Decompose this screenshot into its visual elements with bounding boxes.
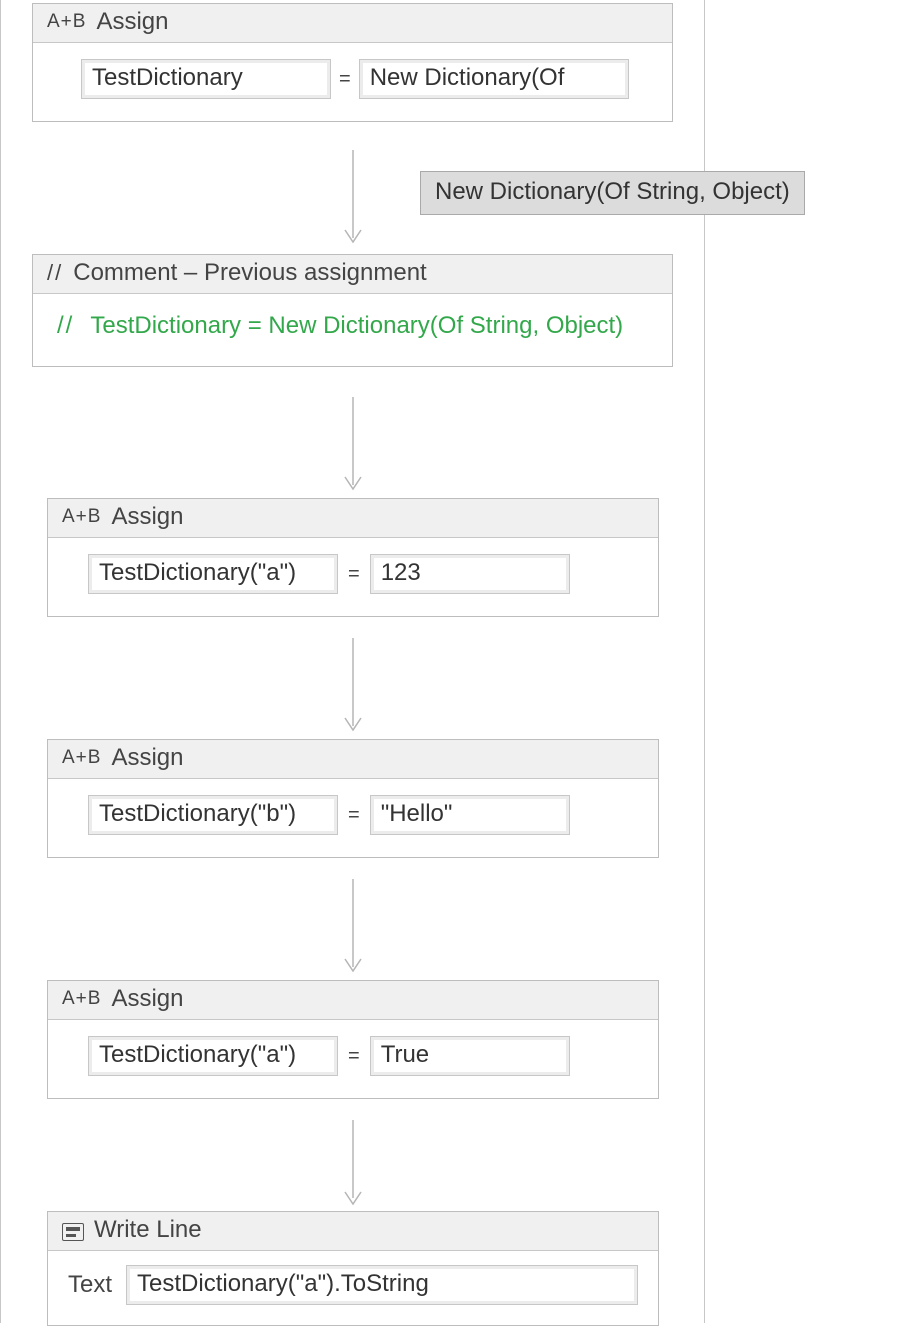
writeline-text-label: Text [68,1271,112,1299]
activity-header: A+B Assign [48,981,658,1020]
writeline-icon [62,1223,84,1241]
activity-title: Assign [111,744,183,772]
comment-icon: // [47,260,63,286]
assign-to-input[interactable]: TestDictionary [81,59,331,99]
assign-icon: A+B [62,988,101,1010]
activity-body: TestDictionary("b") = "Hello" [48,779,658,857]
connector [341,879,365,979]
assign-to-input[interactable]: TestDictionary("a") [88,1036,338,1076]
workflow-canvas[interactable]: A+B Assign TestDictionary = New Dictiona… [0,0,705,1323]
equals-label: = [346,1045,362,1068]
equals-label: = [337,68,353,91]
assign-value-input[interactable]: True [370,1036,570,1076]
activity-title: Assign [96,8,168,36]
connector [341,397,365,497]
assign-icon: A+B [47,11,86,33]
comment-activity[interactable]: // Comment – Previous assignment // Test… [32,254,673,367]
assign-icon: A+B [62,506,101,528]
assign-activity-3[interactable]: A+B Assign TestDictionary("b") = "Hello" [47,739,659,858]
assign-activity-1[interactable]: A+B Assign TestDictionary = New Dictiona… [32,3,673,122]
assign-activity-2[interactable]: A+B Assign TestDictionary("a") = 123 [47,498,659,617]
activity-title: Assign [111,985,183,1013]
connector [341,150,365,250]
assign-to-input[interactable]: TestDictionary("b") [88,795,338,835]
writeline-activity[interactable]: Write Line Text TestDictionary("a").ToSt… [47,1211,659,1326]
connector [341,638,365,738]
writeline-text-input[interactable]: TestDictionary("a").ToString [126,1265,638,1305]
activity-title: Comment – Previous assignment [73,259,426,287]
assign-icon: A+B [62,747,101,769]
assign-value-input[interactable]: New Dictionary(Of [359,59,629,99]
expression-tooltip: New Dictionary(Of String, Object) [420,171,805,215]
assign-value-input[interactable]: "Hello" [370,795,570,835]
comment-body: // TestDictionary = New Dictionary(Of St… [33,294,672,366]
activity-header: A+B Assign [48,740,658,779]
activity-body: Text TestDictionary("a").ToString [48,1251,658,1325]
activity-header: // Comment – Previous assignment [33,255,672,294]
equals-label: = [346,804,362,827]
activity-header: A+B Assign [48,499,658,538]
activity-body: TestDictionary("a") = True [48,1020,658,1098]
equals-label: = [346,563,362,586]
comment-text[interactable]: TestDictionary = New Dictionary(Of Strin… [90,308,648,344]
activity-body: TestDictionary = New Dictionary(Of [33,43,672,121]
activity-body: TestDictionary("a") = 123 [48,538,658,616]
assign-to-input[interactable]: TestDictionary("a") [88,554,338,594]
assign-value-input[interactable]: 123 [370,554,570,594]
activity-header: Write Line [48,1212,658,1251]
activity-header: A+B Assign [33,4,672,43]
activity-title: Assign [111,503,183,531]
comment-slash: // [57,308,74,344]
activity-title: Write Line [94,1216,202,1244]
assign-activity-4[interactable]: A+B Assign TestDictionary("a") = True [47,980,659,1099]
connector [341,1120,365,1210]
